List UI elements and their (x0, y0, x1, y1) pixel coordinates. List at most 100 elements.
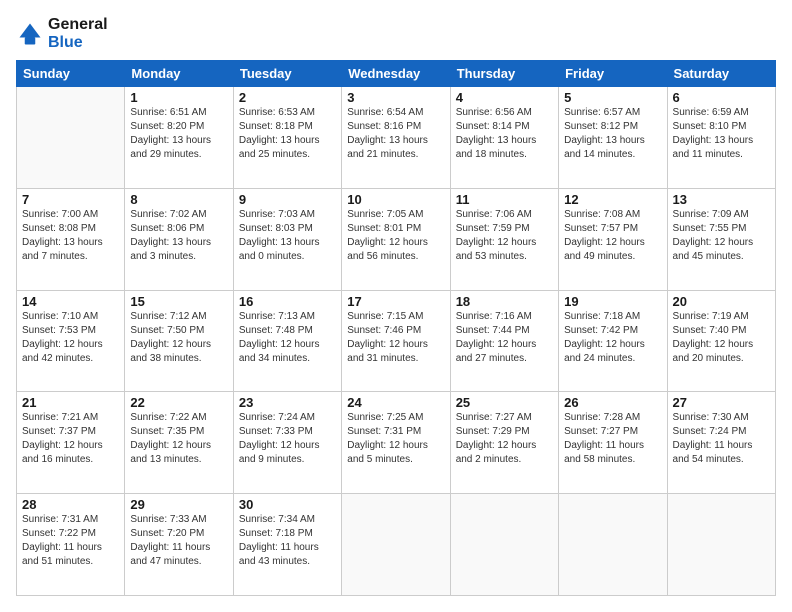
calendar-cell: 27Sunrise: 7:30 AM Sunset: 7:24 PM Dayli… (667, 392, 775, 494)
logo: General Blue (16, 16, 108, 52)
day-info: Sunrise: 7:19 AM Sunset: 7:40 PM Dayligh… (673, 310, 770, 366)
day-info: Sunrise: 7:08 AM Sunset: 7:57 PM Dayligh… (564, 208, 661, 264)
calendar-week-row: 21Sunrise: 7:21 AM Sunset: 7:37 PM Dayli… (17, 392, 776, 494)
day-info: Sunrise: 7:15 AM Sunset: 7:46 PM Dayligh… (347, 310, 444, 366)
calendar-week-row: 28Sunrise: 7:31 AM Sunset: 7:22 PM Dayli… (17, 494, 776, 596)
day-info: Sunrise: 7:22 AM Sunset: 7:35 PM Dayligh… (130, 411, 227, 467)
day-number: 15 (130, 294, 227, 309)
day-info: Sunrise: 7:27 AM Sunset: 7:29 PM Dayligh… (456, 411, 553, 467)
day-info: Sunrise: 7:16 AM Sunset: 7:44 PM Dayligh… (456, 310, 553, 366)
day-number: 19 (564, 294, 661, 309)
calendar-cell: 19Sunrise: 7:18 AM Sunset: 7:42 PM Dayli… (559, 290, 667, 392)
day-info: Sunrise: 7:21 AM Sunset: 7:37 PM Dayligh… (22, 411, 119, 467)
day-info: Sunrise: 6:57 AM Sunset: 8:12 PM Dayligh… (564, 106, 661, 162)
page: General Blue SundayMondayTuesdayWednesda… (0, 0, 792, 612)
day-number: 20 (673, 294, 770, 309)
day-info: Sunrise: 7:24 AM Sunset: 7:33 PM Dayligh… (239, 411, 336, 467)
calendar-cell: 16Sunrise: 7:13 AM Sunset: 7:48 PM Dayli… (233, 290, 341, 392)
calendar-cell: 30Sunrise: 7:34 AM Sunset: 7:18 PM Dayli… (233, 494, 341, 596)
calendar-cell (450, 494, 558, 596)
day-number: 9 (239, 192, 336, 207)
day-number: 27 (673, 395, 770, 410)
calendar-cell: 7Sunrise: 7:00 AM Sunset: 8:08 PM Daylig… (17, 188, 125, 290)
day-info: Sunrise: 7:33 AM Sunset: 7:20 PM Dayligh… (130, 513, 227, 569)
calendar-cell (17, 87, 125, 189)
day-number: 25 (456, 395, 553, 410)
day-info: Sunrise: 7:28 AM Sunset: 7:27 PM Dayligh… (564, 411, 661, 467)
calendar-cell: 29Sunrise: 7:33 AM Sunset: 7:20 PM Dayli… (125, 494, 233, 596)
calendar-cell: 23Sunrise: 7:24 AM Sunset: 7:33 PM Dayli… (233, 392, 341, 494)
calendar-cell: 14Sunrise: 7:10 AM Sunset: 7:53 PM Dayli… (17, 290, 125, 392)
day-info: Sunrise: 7:02 AM Sunset: 8:06 PM Dayligh… (130, 208, 227, 264)
day-number: 17 (347, 294, 444, 309)
calendar-cell: 26Sunrise: 7:28 AM Sunset: 7:27 PM Dayli… (559, 392, 667, 494)
day-number: 7 (22, 192, 119, 207)
logo-icon (16, 20, 44, 48)
day-info: Sunrise: 7:18 AM Sunset: 7:42 PM Dayligh… (564, 310, 661, 366)
calendar-cell: 18Sunrise: 7:16 AM Sunset: 7:44 PM Dayli… (450, 290, 558, 392)
calendar-cell: 28Sunrise: 7:31 AM Sunset: 7:22 PM Dayli… (17, 494, 125, 596)
header: General Blue (16, 16, 776, 52)
calendar-cell: 11Sunrise: 7:06 AM Sunset: 7:59 PM Dayli… (450, 188, 558, 290)
day-info: Sunrise: 7:03 AM Sunset: 8:03 PM Dayligh… (239, 208, 336, 264)
calendar-cell: 8Sunrise: 7:02 AM Sunset: 8:06 PM Daylig… (125, 188, 233, 290)
day-info: Sunrise: 7:12 AM Sunset: 7:50 PM Dayligh… (130, 310, 227, 366)
day-number: 4 (456, 90, 553, 105)
calendar-cell: 9Sunrise: 7:03 AM Sunset: 8:03 PM Daylig… (233, 188, 341, 290)
day-number: 2 (239, 90, 336, 105)
day-number: 21 (22, 395, 119, 410)
calendar-cell: 3Sunrise: 6:54 AM Sunset: 8:16 PM Daylig… (342, 87, 450, 189)
col-header-friday: Friday (559, 61, 667, 87)
day-number: 12 (564, 192, 661, 207)
calendar-cell: 25Sunrise: 7:27 AM Sunset: 7:29 PM Dayli… (450, 392, 558, 494)
col-header-sunday: Sunday (17, 61, 125, 87)
calendar-week-row: 7Sunrise: 7:00 AM Sunset: 8:08 PM Daylig… (17, 188, 776, 290)
calendar-cell: 5Sunrise: 6:57 AM Sunset: 8:12 PM Daylig… (559, 87, 667, 189)
calendar-cell: 21Sunrise: 7:21 AM Sunset: 7:37 PM Dayli… (17, 392, 125, 494)
day-number: 11 (456, 192, 553, 207)
day-number: 22 (130, 395, 227, 410)
calendar-week-row: 1Sunrise: 6:51 AM Sunset: 8:20 PM Daylig… (17, 87, 776, 189)
col-header-thursday: Thursday (450, 61, 558, 87)
calendar-cell (559, 494, 667, 596)
day-info: Sunrise: 7:10 AM Sunset: 7:53 PM Dayligh… (22, 310, 119, 366)
col-header-monday: Monday (125, 61, 233, 87)
calendar-cell: 24Sunrise: 7:25 AM Sunset: 7:31 PM Dayli… (342, 392, 450, 494)
calendar-cell: 15Sunrise: 7:12 AM Sunset: 7:50 PM Dayli… (125, 290, 233, 392)
col-header-saturday: Saturday (667, 61, 775, 87)
day-number: 26 (564, 395, 661, 410)
day-info: Sunrise: 7:13 AM Sunset: 7:48 PM Dayligh… (239, 310, 336, 366)
calendar-cell: 20Sunrise: 7:19 AM Sunset: 7:40 PM Dayli… (667, 290, 775, 392)
day-number: 13 (673, 192, 770, 207)
day-info: Sunrise: 6:53 AM Sunset: 8:18 PM Dayligh… (239, 106, 336, 162)
calendar-cell: 4Sunrise: 6:56 AM Sunset: 8:14 PM Daylig… (450, 87, 558, 189)
calendar-cell: 22Sunrise: 7:22 AM Sunset: 7:35 PM Dayli… (125, 392, 233, 494)
day-number: 18 (456, 294, 553, 309)
calendar-cell (667, 494, 775, 596)
calendar-cell: 10Sunrise: 7:05 AM Sunset: 8:01 PM Dayli… (342, 188, 450, 290)
day-number: 23 (239, 395, 336, 410)
calendar-cell: 2Sunrise: 6:53 AM Sunset: 8:18 PM Daylig… (233, 87, 341, 189)
day-number: 5 (564, 90, 661, 105)
day-number: 16 (239, 294, 336, 309)
col-header-tuesday: Tuesday (233, 61, 341, 87)
day-number: 30 (239, 497, 336, 512)
logo-text: General Blue (48, 16, 108, 52)
day-info: Sunrise: 6:54 AM Sunset: 8:16 PM Dayligh… (347, 106, 444, 162)
calendar-cell: 6Sunrise: 6:59 AM Sunset: 8:10 PM Daylig… (667, 87, 775, 189)
day-number: 6 (673, 90, 770, 105)
calendar-cell: 1Sunrise: 6:51 AM Sunset: 8:20 PM Daylig… (125, 87, 233, 189)
day-info: Sunrise: 6:56 AM Sunset: 8:14 PM Dayligh… (456, 106, 553, 162)
day-info: Sunrise: 7:09 AM Sunset: 7:55 PM Dayligh… (673, 208, 770, 264)
day-number: 10 (347, 192, 444, 207)
day-number: 14 (22, 294, 119, 309)
day-info: Sunrise: 6:59 AM Sunset: 8:10 PM Dayligh… (673, 106, 770, 162)
day-info: Sunrise: 7:25 AM Sunset: 7:31 PM Dayligh… (347, 411, 444, 467)
day-number: 29 (130, 497, 227, 512)
calendar-cell: 13Sunrise: 7:09 AM Sunset: 7:55 PM Dayli… (667, 188, 775, 290)
day-info: Sunrise: 7:34 AM Sunset: 7:18 PM Dayligh… (239, 513, 336, 569)
day-number: 24 (347, 395, 444, 410)
day-info: Sunrise: 7:30 AM Sunset: 7:24 PM Dayligh… (673, 411, 770, 467)
day-info: Sunrise: 7:05 AM Sunset: 8:01 PM Dayligh… (347, 208, 444, 264)
day-number: 3 (347, 90, 444, 105)
